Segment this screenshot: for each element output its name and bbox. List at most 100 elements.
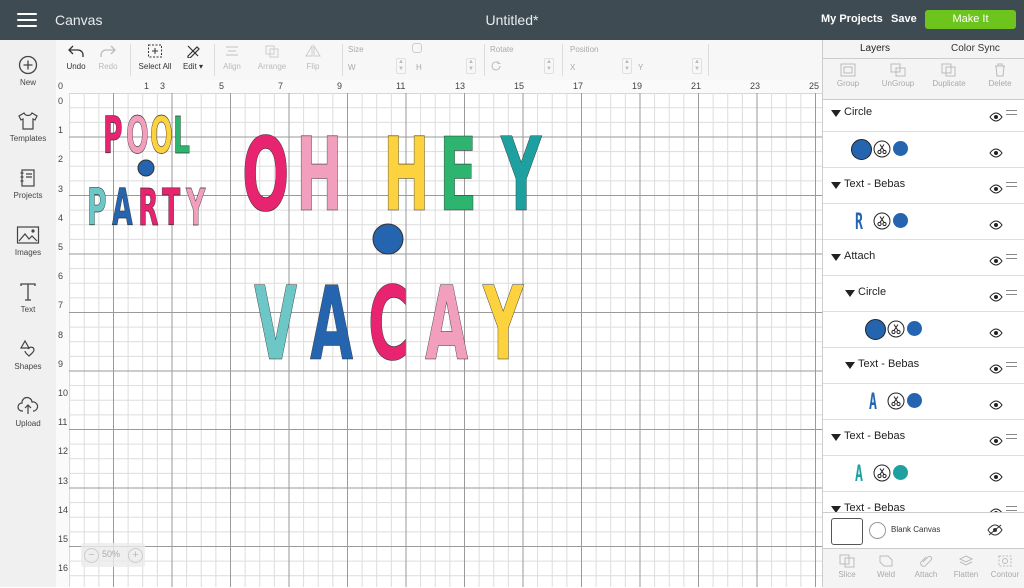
- letter-v[interactable]: V: [254, 265, 298, 384]
- letter-l[interactable]: L: [173, 106, 191, 165]
- edit-menu-button[interactable]: Edit ▾: [178, 44, 208, 71]
- eye-icon[interactable]: [989, 253, 1003, 271]
- width-stepper[interactable]: ▲ ▼: [396, 58, 406, 74]
- letter-p[interactable]: P: [103, 106, 123, 165]
- letter-o[interactable]: O: [242, 116, 290, 235]
- layer-group-row[interactable]: Text - Bebas: [823, 420, 1024, 456]
- collapse-triangle-icon[interactable]: [845, 362, 855, 369]
- letter-c[interactable]: C: [368, 265, 409, 384]
- shapes-button[interactable]: Shapes: [0, 339, 56, 371]
- select-all-button[interactable]: Select All: [136, 44, 174, 71]
- drag-handle-icon[interactable]: [1006, 182, 1017, 190]
- save-button[interactable]: Save: [891, 13, 917, 25]
- layer-group-row[interactable]: Text - Bebas: [823, 492, 1024, 512]
- group-button[interactable]: Group: [828, 63, 868, 88]
- x-stepper[interactable]: ▲ ▼: [622, 58, 632, 74]
- drag-handle-icon[interactable]: [1006, 362, 1017, 370]
- zoom-out-button[interactable]: −: [84, 548, 99, 563]
- blank-canvas-swatch[interactable]: [831, 518, 863, 545]
- rotate-stepper[interactable]: ▲ ▼: [544, 58, 554, 74]
- canvas-color-circle[interactable]: [869, 522, 886, 539]
- slice-button[interactable]: Slice: [827, 554, 867, 579]
- drag-handle-icon[interactable]: [1006, 434, 1017, 442]
- letter-h[interactable]: H: [296, 116, 343, 235]
- letter-a[interactable]: A: [112, 178, 133, 237]
- eye-icon[interactable]: [989, 469, 1003, 487]
- layer-item-row[interactable]: R: [823, 204, 1024, 240]
- vacay-text[interactable]: VACAY: [254, 265, 525, 384]
- collapse-triangle-icon[interactable]: [831, 434, 841, 441]
- weld-button[interactable]: Weld: [866, 554, 906, 579]
- collapse-triangle-icon[interactable]: [831, 182, 841, 189]
- eye-icon[interactable]: [989, 289, 1003, 307]
- letter-o[interactable]: O: [126, 106, 149, 165]
- upload-button[interactable]: Upload: [0, 396, 56, 428]
- y-stepper[interactable]: ▲ ▼: [692, 58, 702, 74]
- cut-scissors-icon[interactable]: [887, 320, 905, 343]
- drag-handle-icon[interactable]: [1006, 110, 1017, 118]
- attach-button[interactable]: Attach: [906, 554, 946, 579]
- pool-text[interactable]: POOL: [103, 106, 191, 165]
- letter-y[interactable]: Y: [482, 265, 524, 384]
- lock-icon[interactable]: [412, 43, 422, 53]
- ungroup-button[interactable]: UnGroup: [878, 63, 918, 88]
- new-button[interactable]: New: [0, 55, 56, 87]
- eye-icon[interactable]: [989, 145, 1003, 163]
- design-canvas[interactable]: POOL PARTY OHHEY VACAY 0 1 3 5 7 9 11 13 15 17 19 2…: [56, 80, 822, 587]
- cut-scissors-icon[interactable]: [887, 392, 905, 415]
- eye-icon[interactable]: [989, 433, 1003, 451]
- cut-scissors-icon[interactable]: [873, 464, 891, 487]
- layer-item-row[interactable]: [823, 132, 1024, 168]
- zoom-in-button[interactable]: +: [128, 548, 143, 563]
- letter-h[interactable]: H: [383, 116, 430, 235]
- make-it-button[interactable]: Make It: [925, 10, 1016, 29]
- contour-button[interactable]: Contour: [985, 554, 1024, 579]
- eye-slash-icon[interactable]: [987, 524, 1003, 536]
- layer-color-swatch[interactable]: [893, 213, 908, 228]
- letter-a[interactable]: A: [425, 265, 469, 384]
- letter-a[interactable]: A: [310, 265, 354, 384]
- eye-icon[interactable]: [989, 505, 1003, 512]
- letter-y[interactable]: Y: [500, 116, 542, 235]
- cut-scissors-icon[interactable]: [873, 212, 891, 235]
- oh-hey-text[interactable]: OHHEY: [242, 116, 543, 235]
- pool-party-dot-circle[interactable]: [137, 159, 155, 177]
- collapse-triangle-icon[interactable]: [831, 254, 841, 261]
- tab-color-sync[interactable]: Color Sync: [951, 43, 1000, 54]
- projects-button[interactable]: Projects: [0, 168, 56, 200]
- letter-p[interactable]: P: [87, 178, 107, 237]
- eye-icon[interactable]: [989, 217, 1003, 235]
- arrange-button[interactable]: Arrange: [254, 44, 290, 71]
- text-button[interactable]: Text: [0, 282, 56, 314]
- layer-color-swatch[interactable]: [893, 141, 908, 156]
- images-button[interactable]: Images: [0, 225, 56, 257]
- my-projects-link[interactable]: My Projects: [821, 13, 883, 25]
- eye-icon[interactable]: [989, 109, 1003, 127]
- party-text[interactable]: PARTY: [87, 178, 207, 237]
- height-stepper[interactable]: ▲ ▼: [466, 58, 476, 74]
- flip-button[interactable]: Flip: [300, 44, 326, 71]
- letter-e[interactable]: E: [439, 116, 478, 235]
- layer-group-row[interactable]: Circle: [823, 96, 1024, 132]
- layer-item-row[interactable]: A: [823, 384, 1024, 420]
- letter-t[interactable]: T: [162, 178, 181, 237]
- drag-handle-icon[interactable]: [1006, 290, 1017, 298]
- layer-group-row[interactable]: Text - Bebas: [823, 168, 1024, 204]
- layer-color-swatch[interactable]: [907, 393, 922, 408]
- align-button[interactable]: Align: [218, 44, 246, 71]
- layer-group-row[interactable]: Attach: [823, 240, 1024, 276]
- layer-group-row[interactable]: Text - Bebas: [823, 348, 1024, 384]
- blank-canvas-row[interactable]: Blank Canvas: [823, 512, 1024, 549]
- layer-item-row[interactable]: A: [823, 456, 1024, 492]
- flatten-button[interactable]: Flatten: [946, 554, 986, 579]
- letter-y[interactable]: Y: [185, 178, 206, 237]
- collapse-triangle-icon[interactable]: [845, 290, 855, 297]
- layer-item-row[interactable]: [823, 312, 1024, 348]
- drag-handle-icon[interactable]: [1006, 254, 1017, 262]
- vacay-dot-circle[interactable]: [372, 223, 404, 255]
- tab-layers[interactable]: Layers: [860, 43, 890, 54]
- cut-scissors-icon[interactable]: [873, 140, 891, 163]
- layer-color-swatch[interactable]: [893, 465, 908, 480]
- eye-icon[interactable]: [989, 397, 1003, 415]
- artwork[interactable]: POOL PARTY OHHEY VACAY: [56, 80, 822, 587]
